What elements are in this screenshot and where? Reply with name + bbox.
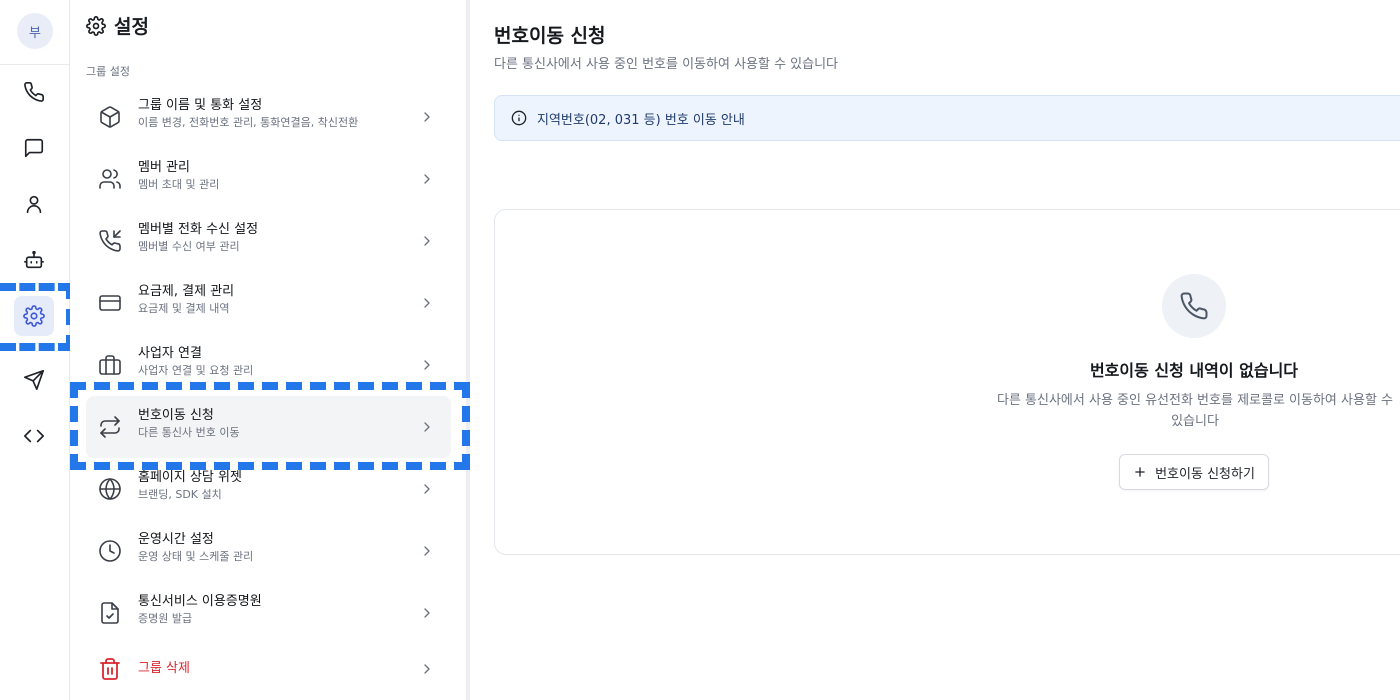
file-check-icon <box>98 601 122 625</box>
avatar[interactable]: 부 <box>17 13 53 49</box>
icon-rail: 부 <box>0 0 70 700</box>
settings-item-subtitle: 요금제 및 결제 내역 <box>138 302 230 315</box>
chevron-right-icon <box>419 419 435 435</box>
settings-item-title: 운영시간 설정 <box>138 532 214 547</box>
request-number-porting-button[interactable]: 번호이동 신청하기 <box>1119 454 1269 490</box>
chevron-right-icon <box>419 171 435 187</box>
phone-incoming-icon <box>98 229 122 253</box>
settings-item-title: 그룹 이름 및 통화 설정 <box>138 98 263 113</box>
settings-item-title: 그룹 삭제 <box>138 661 190 676</box>
empty-state-description: 다른 통신사에서 사용 중인 유선전화 번호를 제로콜로 이동하여 사용할 수 … <box>997 393 1393 429</box>
page-subtitle: 다른 통신사에서 사용 중인 번호를 이동하여 사용할 수 있습니다 <box>494 57 839 72</box>
trash-icon <box>98 657 122 681</box>
info-banner-text: 지역번호(02, 031 등) 번호 이동 안내 <box>537 112 745 128</box>
settings-item-subtitle: 멤버별 수신 여부 관리 <box>138 240 240 253</box>
settings-item-member-call-receiving[interactable]: 멤버별 전화 수신 설정멤버별 수신 여부 관리 <box>86 210 451 272</box>
settings-item-business-hours[interactable]: 운영시간 설정운영 상태 및 스케줄 관리 <box>86 520 451 582</box>
settings-item-title: 번호이동 신청 <box>138 408 214 423</box>
main-content: 번호이동 신청 다른 통신사에서 사용 중인 번호를 이동하여 사용할 수 있습… <box>471 0 1400 700</box>
credit-card-icon <box>98 291 122 315</box>
rail-messages-button[interactable] <box>14 128 54 168</box>
gear-icon <box>86 15 106 36</box>
chevron-right-icon <box>419 109 435 125</box>
settings-item-title: 요금제, 결제 관리 <box>138 284 235 299</box>
settings-item-delete-group[interactable]: 그룹 삭제 <box>86 638 451 700</box>
settings-item-number-porting[interactable]: 번호이동 신청다른 통신사 번호 이동 <box>86 396 451 458</box>
page-title: 번호이동 신청 <box>494 25 606 47</box>
transfer-arrows-icon <box>98 415 122 439</box>
clock-icon <box>98 539 122 563</box>
users-icon <box>98 167 122 191</box>
settings-item-subtitle: 증명원 발급 <box>138 612 193 625</box>
rail-bot-button[interactable] <box>14 240 54 280</box>
settings-title-text: 설정 <box>114 16 149 38</box>
message-icon <box>24 138 44 158</box>
chevron-right-icon <box>419 661 435 677</box>
settings-item-title: 통신서비스 이용증명원 <box>138 594 262 609</box>
rail-developer-button[interactable] <box>14 416 54 456</box>
settings-item-subtitle: 다른 통신사 번호 이동 <box>138 426 240 439</box>
chevron-right-icon <box>419 357 435 373</box>
briefcase-icon <box>98 353 122 377</box>
box-icon <box>98 105 122 129</box>
request-number-porting-label: 번호이동 신청하기 <box>1155 466 1255 482</box>
settings-item-service-certificate[interactable]: 통신서비스 이용증명원증명원 발급 <box>86 582 451 644</box>
send-icon <box>24 370 44 390</box>
chevron-right-icon <box>419 605 435 621</box>
settings-item-title: 멤버 관리 <box>138 160 190 175</box>
settings-item-title: 사업자 연결 <box>138 346 202 361</box>
settings-item-subtitle: 멤버 초대 및 관리 <box>138 178 220 191</box>
rail-send-button[interactable] <box>14 360 54 400</box>
settings-item-title: 홈페이지 상담 위젯 <box>138 470 242 485</box>
settings-item-homepage-widget[interactable]: 홈페이지 상담 위젯브랜딩, SDK 설치 <box>86 458 451 520</box>
empty-state-card <box>494 209 1400 555</box>
settings-item-members[interactable]: 멤버 관리멤버 초대 및 관리 <box>86 148 451 210</box>
settings-item-subtitle: 운영 상태 및 스케줄 관리 <box>138 550 254 563</box>
chevron-right-icon <box>419 295 435 311</box>
chevron-right-icon <box>419 543 435 559</box>
settings-panel: 설정 그룹 설정 그룹 이름 및 통화 설정이름 변경, 전화번호 관리, 통화… <box>70 0 468 700</box>
globe-icon <box>98 477 122 501</box>
rail-contacts-button[interactable] <box>14 184 54 224</box>
settings-item-subtitle: 사업자 연결 및 요청 관리 <box>138 364 254 377</box>
settings-panel-scrollbar[interactable] <box>466 0 470 700</box>
empty-state-title: 번호이동 신청 내역이 없습니다 <box>1089 361 1299 380</box>
section-label: 그룹 설정 <box>86 65 130 78</box>
settings-title: 설정 <box>86 12 149 39</box>
rail-settings-button[interactable] <box>14 296 54 336</box>
rail-divider <box>0 64 69 65</box>
settings-item-business-link[interactable]: 사업자 연결사업자 연결 및 요청 관리 <box>86 334 451 396</box>
plus-icon <box>1135 467 1145 477</box>
settings-item-subtitle: 이름 변경, 전화번호 관리, 통화연결음, 착신전환 <box>138 116 359 129</box>
settings-item-title: 멤버별 전화 수신 설정 <box>138 222 259 237</box>
settings-item-subtitle: 브랜딩, SDK 설치 <box>138 488 222 501</box>
code-icon <box>24 429 44 443</box>
settings-item-billing[interactable]: 요금제, 결제 관리요금제 및 결제 내역 <box>86 272 451 334</box>
chevron-right-icon <box>419 481 435 497</box>
empty-state-phone-icon <box>1162 274 1226 338</box>
user-icon <box>26 195 42 214</box>
info-banner[interactable]: 지역번호(02, 031 등) 번호 이동 안내 <box>494 95 1400 141</box>
settings-item-group-name[interactable]: 그룹 이름 및 통화 설정이름 변경, 전화번호 관리, 통화연결음, 착신전환 <box>86 86 451 148</box>
info-icon <box>511 110 527 126</box>
rail-calls-button[interactable] <box>14 72 54 112</box>
phone-icon <box>24 82 44 102</box>
chevron-right-icon <box>419 233 435 249</box>
bot-icon <box>24 250 44 269</box>
gear-icon <box>23 305 45 327</box>
